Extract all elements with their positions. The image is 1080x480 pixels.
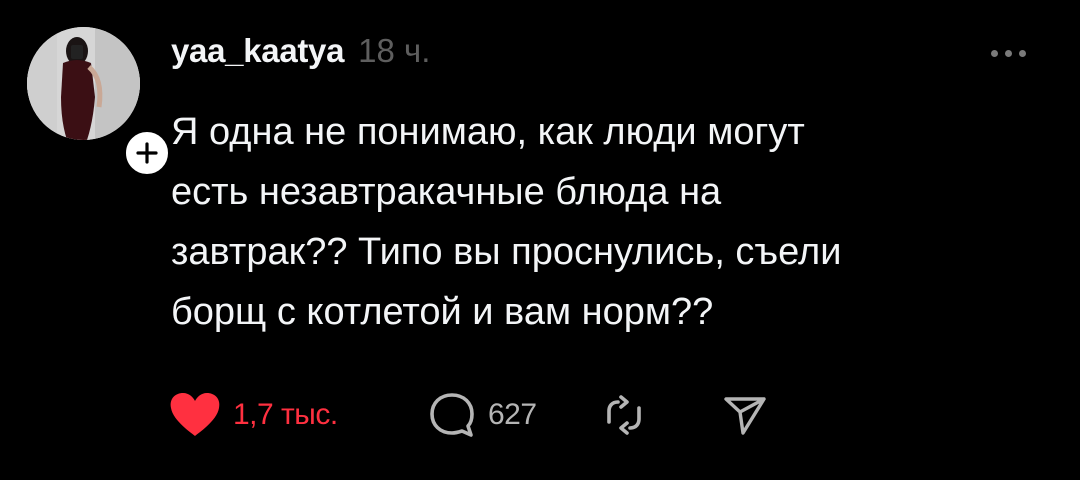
more-options-button[interactable] xyxy=(991,50,1026,57)
more-dot xyxy=(1019,50,1026,57)
plus-icon xyxy=(136,142,158,164)
post-header: yaa_kaatya 18 ч. xyxy=(171,32,1031,88)
share-button[interactable] xyxy=(723,393,767,437)
username[interactable]: yaa_kaatya xyxy=(171,32,344,70)
repost-button[interactable] xyxy=(603,392,723,438)
like-count: 1,7 тыс. xyxy=(233,398,338,431)
more-horizontal-icon xyxy=(991,50,998,57)
send-icon xyxy=(724,397,766,435)
like-button[interactable]: 1,7 тыс. xyxy=(169,392,384,438)
repost-icon xyxy=(607,395,641,435)
reply-count: 627 xyxy=(488,398,537,431)
more-dot xyxy=(1005,50,1012,57)
avatar-container xyxy=(27,27,173,179)
follow-button[interactable] xyxy=(121,127,173,179)
post-text: Я одна не понимаю, как люди могут есть н… xyxy=(171,111,842,333)
post-time: 18 ч. xyxy=(358,32,431,69)
post-actions: 1,7 тыс. 627 xyxy=(169,388,767,442)
reply-button[interactable]: 627 xyxy=(428,391,603,439)
post-content: yaa_kaatya 18 ч. Я одна не понимаю, как … xyxy=(171,32,1031,342)
thread-post: yaa_kaatya 18 ч. Я одна не понимаю, как … xyxy=(0,0,1080,480)
avatar[interactable] xyxy=(27,27,140,140)
speech-bubble-icon xyxy=(430,393,474,437)
heart-icon xyxy=(170,393,220,436)
